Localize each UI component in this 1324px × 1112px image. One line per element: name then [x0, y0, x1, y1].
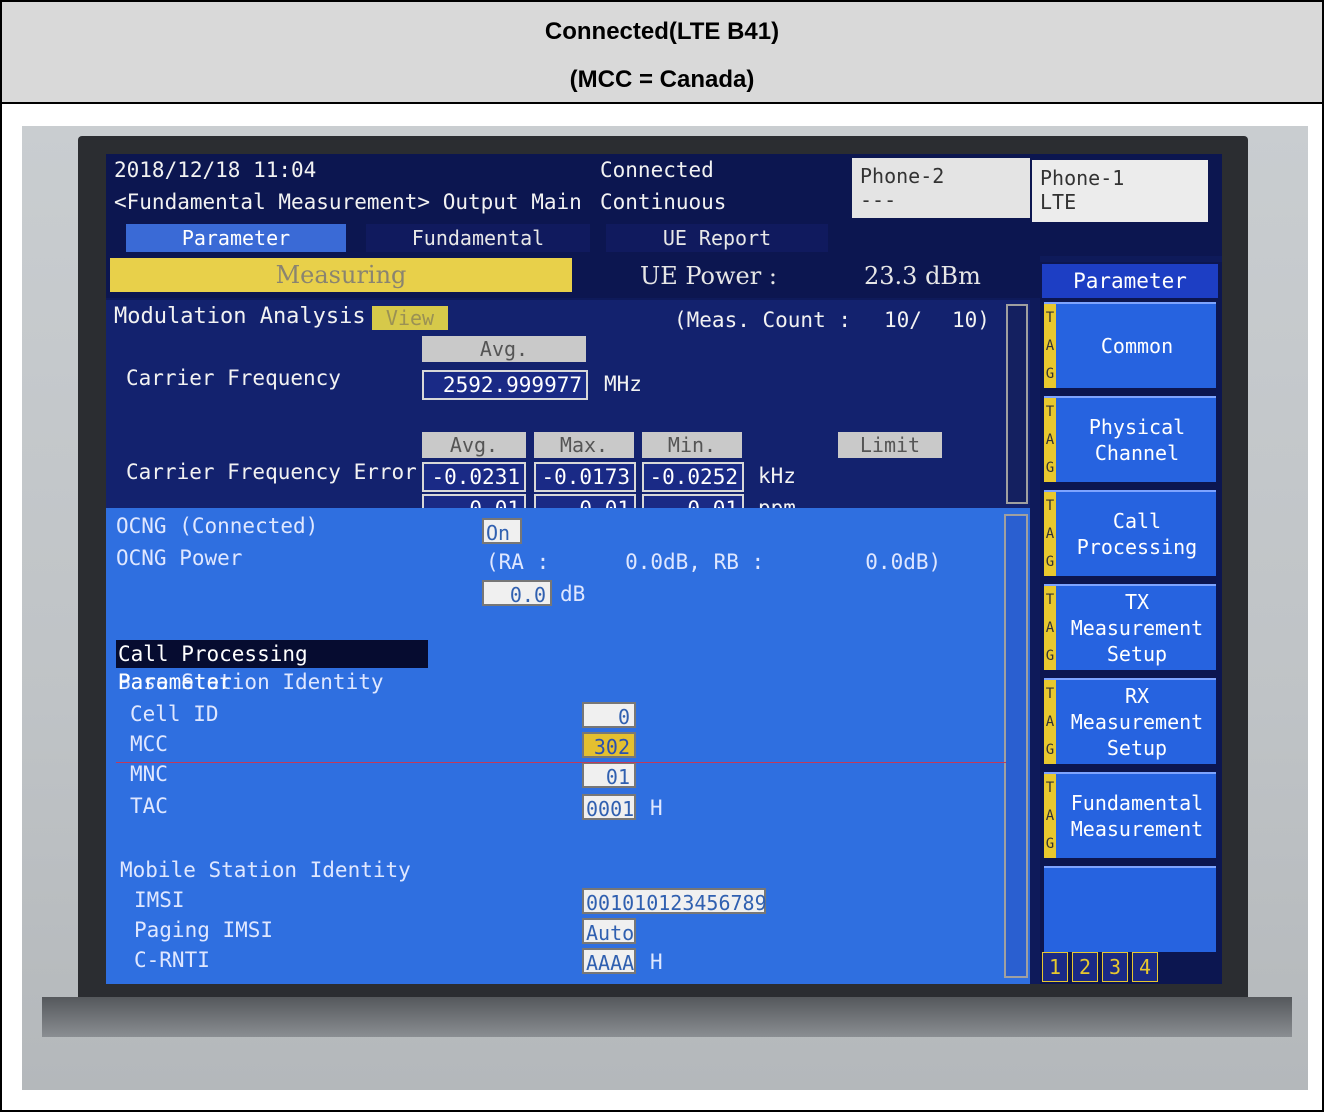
crnti-value[interactable]: AAAA: [582, 948, 636, 975]
sidebar-btn-label: RX Measurement Setup: [1070, 684, 1204, 760]
mnc-value[interactable]: 01: [582, 762, 636, 789]
sidebar-btn-tx-measurement-setup[interactable]: TAG TX Measurement Setup: [1044, 584, 1216, 670]
cell-id-label: Cell ID: [130, 702, 219, 726]
sidebar-btn-label: [1058, 868, 1216, 952]
measure-mode: Continuous: [600, 190, 727, 214]
ocng-power-unit: dB: [560, 582, 586, 606]
page-selector: 1234: [1042, 952, 1218, 982]
tag-marker: TAG: [1044, 304, 1056, 388]
tab-fundamental[interactable]: Fundamental: [366, 224, 590, 252]
screen-name: <Fundamental Measurement> Output Main: [114, 190, 582, 214]
red-divider: [116, 762, 1006, 763]
sidebar-btn-call-processing[interactable]: TAG Call Processing: [1044, 490, 1216, 576]
sidebar-btn-label: Call Processing: [1076, 509, 1198, 559]
caption-title: Connected(LTE B41): [544, 18, 780, 45]
sidebar-btn-physical-channel[interactable]: TAG Physical Channel: [1044, 396, 1216, 482]
mnc-label: MNC: [130, 762, 168, 786]
ocng-connected-label: OCNG (Connected): [116, 514, 319, 538]
phone2-value: ---: [860, 188, 897, 212]
tac-label: TAC: [130, 794, 168, 818]
sidebar-btn-empty[interactable]: [1044, 866, 1216, 952]
tag-marker: TAG: [1044, 680, 1056, 764]
page-4-button[interactable]: 4: [1132, 952, 1158, 982]
phone1-panel[interactable]: Phone-1 LTE: [1032, 160, 1208, 222]
parameter-scrollbar[interactable]: [1004, 514, 1028, 978]
tag-marker: TAG: [1044, 398, 1056, 482]
avg-header: Avg.: [422, 336, 586, 362]
call-state: Connected: [600, 158, 714, 182]
ue-power-value: 23.3 dBm: [864, 262, 981, 290]
limit-button[interactable]: Limit: [838, 432, 942, 458]
parameter-panel: OCNG (Connected) On OCNG Power (RA : 0.0…: [106, 508, 1030, 984]
call-processing-title: Call Processing Parameter: [116, 640, 428, 694]
sidebar-btn-label: Fundamental Measurement: [1070, 791, 1204, 841]
measuring-indicator: Measuring: [110, 258, 572, 292]
sidebar-btn-common[interactable]: TAG Common: [1044, 302, 1216, 388]
tag-marker: TAG: [1044, 774, 1056, 858]
meas-count-label: (Meas. Count :: [674, 308, 852, 332]
sidebar-btn-rx-measurement-setup[interactable]: TAG RX Measurement Setup: [1044, 678, 1216, 764]
paging-imsi-label: Paging IMSI: [134, 918, 274, 942]
caption-subtitle: (MCC = Canada): [569, 66, 755, 93]
ocng-power-value[interactable]: 0.0: [482, 580, 552, 607]
paging-imsi-value[interactable]: Auto: [582, 918, 636, 945]
phone1-label: Phone-1: [1040, 166, 1125, 190]
cfe-avg: -0.0231: [422, 462, 526, 492]
crnti-label: C-RNTI: [134, 948, 210, 972]
imsi-value[interactable]: 001010123456789: [582, 888, 767, 915]
tag-marker: TAG: [1044, 492, 1056, 576]
tab-parameter[interactable]: Parameter: [126, 224, 346, 252]
phone2-label: Phone-2: [860, 164, 945, 188]
col-min-header: Min.: [642, 432, 742, 458]
modulation-scrollbar[interactable]: [1006, 304, 1028, 504]
tag-marker: TAG: [1044, 586, 1056, 670]
sidebar-btn-fundamental-measurement[interactable]: TAG Fundamental Measurement: [1044, 772, 1216, 858]
sidebar-btn-label: Common: [1100, 334, 1174, 358]
figure-frame: Connected(LTE B41) (MCC = Canada) 2018/1…: [0, 0, 1324, 1112]
mcc-value[interactable]: 302: [582, 732, 636, 759]
page-1-button[interactable]: 1: [1042, 952, 1068, 982]
meas-count-total: 10): [952, 308, 990, 332]
carrier-frequency-label: Carrier Frequency: [126, 366, 341, 390]
cfe-min: -0.0252: [642, 462, 744, 492]
caption: Connected(LTE B41) (MCC = Canada): [2, 2, 1322, 104]
carrier-frequency-value: 2592.999977: [422, 370, 588, 400]
tac-value[interactable]: 0001: [582, 794, 636, 821]
carrier-frequency-unit: MHz: [604, 372, 642, 396]
imsi-label: IMSI: [134, 888, 185, 912]
col-avg-header: Avg.: [422, 432, 526, 458]
cfe-label: Carrier Frequency Error: [126, 460, 417, 484]
page-2-button[interactable]: 2: [1072, 952, 1098, 982]
col-max-header: Max.: [534, 432, 634, 458]
phone1-value: LTE: [1040, 190, 1077, 214]
modulation-panel: Modulation Analysis View (Meas. Count : …: [106, 300, 1030, 524]
view-button[interactable]: View: [372, 306, 448, 330]
ocng-connected-value[interactable]: On: [482, 518, 522, 545]
page-3-button[interactable]: 3: [1102, 952, 1128, 982]
cfe-max: -0.0173: [534, 462, 636, 492]
modulation-title: Modulation Analysis: [114, 304, 366, 329]
ms-identity-label: Mobile Station Identity: [120, 858, 411, 882]
cell-id-value[interactable]: 0: [582, 702, 636, 729]
instrument-screen: 2018/12/18 11:04 <Fundamental Measuremen…: [106, 154, 1222, 984]
meas-count-value: 10/: [884, 308, 922, 332]
cfe-unit: kHz: [758, 464, 796, 488]
tab-ue-report[interactable]: UE Report: [606, 224, 828, 252]
header-bar: 2018/12/18 11:04 <Fundamental Measuremen…: [106, 154, 1222, 256]
ocng-ra-rb: (RA : 0.0dB, RB : 0.0dB): [486, 550, 942, 574]
mcc-label: MCC: [130, 732, 168, 756]
sidebar-btn-label: Physical Channel: [1088, 415, 1186, 465]
datetime: 2018/12/18 11:04: [114, 158, 317, 182]
sidebar-btn-label: TX Measurement Setup: [1070, 590, 1204, 666]
phone2-panel[interactable]: Phone-2 ---: [852, 158, 1030, 218]
tac-unit: H: [650, 796, 663, 820]
crnti-unit: H: [650, 950, 663, 974]
ue-power-label: UE Power :: [640, 262, 777, 290]
sidebar: Parameter TAG Common TAG Physical Channe…: [1040, 262, 1222, 984]
sidebar-title: Parameter: [1042, 264, 1218, 298]
ocng-power-label: OCNG Power: [116, 546, 243, 570]
monitor-bezel-bottom: [42, 997, 1292, 1037]
